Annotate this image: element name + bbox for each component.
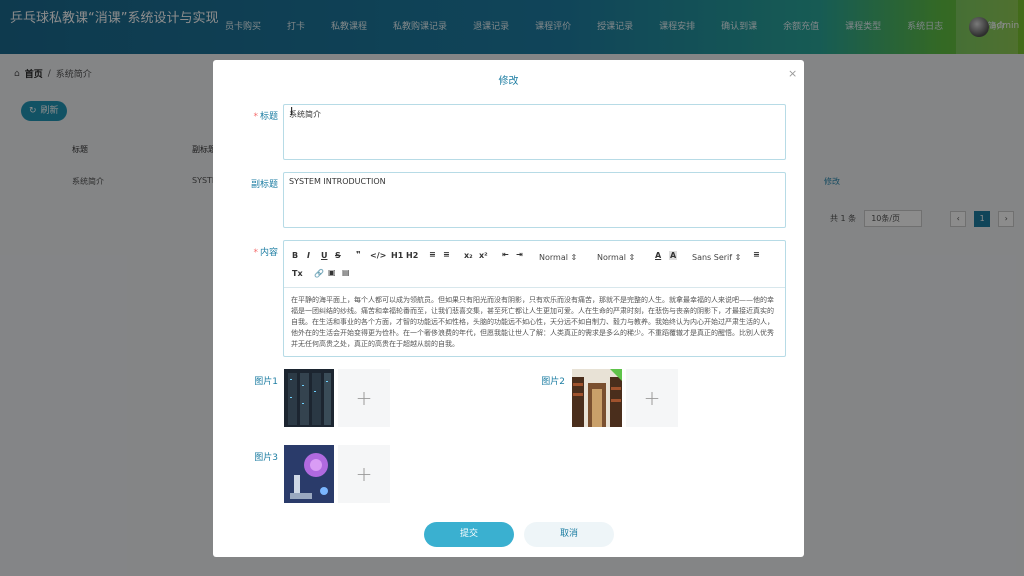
editor-toolbar: B I U S ❞ </> H1 H2 ≡ ≡ x₂ x² ⇤ ⇥ Normal… (284, 241, 785, 288)
font-family-select[interactable]: Sans Serif ⇕ (692, 253, 741, 262)
image1-upload-button[interactable]: + (338, 369, 390, 427)
indent-icon[interactable]: ⇥ (516, 250, 523, 259)
code-icon[interactable]: </> (370, 251, 386, 260)
editor-content[interactable]: 在平静的海平面上，每个人都可以成为领航员。但如果只有阳光而没有阴影，只有欢乐而没… (284, 288, 785, 357)
subtitle-input[interactable]: SYSTEM INTRODUCTION (283, 172, 786, 228)
background-color-icon[interactable]: A (669, 251, 678, 260)
edit-dialog: 修改 × * 标题 系统简介 I 副标题 SYSTEM INTRODUCTION … (213, 60, 804, 557)
subtitle-label: 副标题 (250, 180, 278, 190)
link-icon[interactable]: 🔗 (314, 269, 324, 278)
strike-button[interactable]: S (335, 251, 341, 260)
heading1-button[interactable]: H1 (391, 251, 403, 260)
subscript-button[interactable]: x₂ (464, 251, 473, 260)
bullet-list-icon[interactable]: ≡ (443, 250, 450, 259)
uploaded-badge (610, 369, 622, 381)
image3-upload-button[interactable]: + (338, 445, 390, 503)
heading-select[interactable]: Normal ⇕ (597, 253, 635, 262)
outdent-icon[interactable]: ⇤ (502, 250, 509, 259)
image-icon[interactable]: ▣ (328, 268, 336, 277)
image1-label: 图片1 (254, 377, 278, 387)
submit-button[interactable]: 提交 (424, 522, 514, 547)
image1-thumbnail[interactable] (284, 369, 334, 427)
cancel-button[interactable]: 取消 (524, 522, 614, 547)
image2-upload-button[interactable]: + (626, 369, 678, 427)
text-color-icon[interactable]: A (655, 251, 661, 260)
close-icon[interactable]: × (788, 67, 797, 80)
font-size-select[interactable]: Normal ⇕ (539, 253, 577, 262)
image2-label: 图片2 (541, 377, 565, 387)
title-label: * 标题 (253, 112, 278, 122)
image3-thumbnail[interactable] (284, 445, 334, 503)
image3-label: 图片3 (254, 453, 278, 463)
quote-icon[interactable]: ❞ (356, 250, 361, 259)
content-label: * 内容 (253, 248, 278, 258)
clear-format-icon[interactable]: Tx (292, 269, 303, 278)
bold-button[interactable]: B (292, 251, 298, 260)
align-icon[interactable]: ≡ (753, 250, 760, 259)
image2-thumbnail[interactable] (572, 369, 622, 427)
italic-button[interactable]: I (307, 251, 310, 260)
title-input[interactable]: 系统简介 (283, 104, 786, 160)
superscript-button[interactable]: x² (479, 251, 488, 260)
rich-text-editor: B I U S ❞ </> H1 H2 ≡ ≡ x₂ x² ⇤ ⇥ Normal… (283, 240, 786, 357)
heading2-button[interactable]: H2 (406, 251, 418, 260)
text-cursor-icon: I (290, 105, 294, 118)
video-icon[interactable]: ▤ (342, 268, 350, 277)
ordered-list-icon[interactable]: ≡ (429, 250, 436, 259)
dialog-title: 修改 (498, 76, 519, 87)
underline-button[interactable]: U (321, 251, 328, 260)
